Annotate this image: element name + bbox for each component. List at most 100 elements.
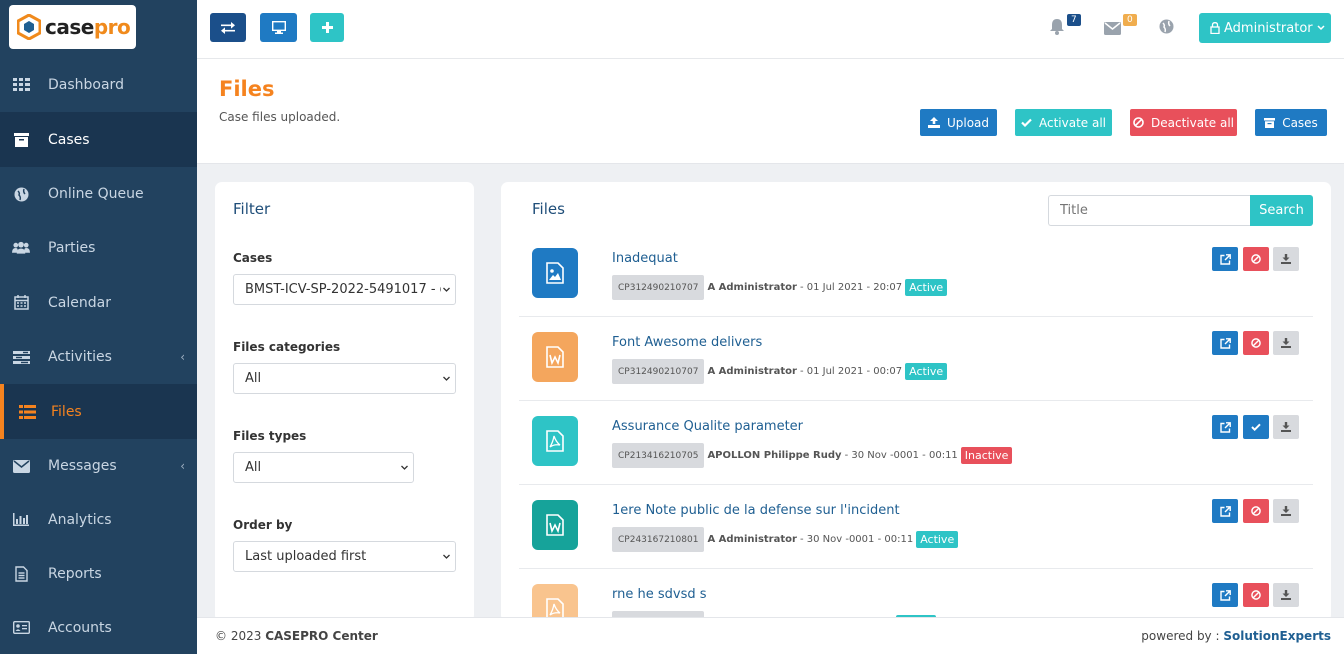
categories-select[interactable]: All xyxy=(233,363,456,394)
sidebar-item-dashboard[interactable]: Dashboard xyxy=(0,58,197,112)
user-menu-button[interactable]: Administrator xyxy=(1199,13,1331,43)
sidebar-item-files[interactable]: Files xyxy=(0,384,197,439)
file-row: Font Awesome delivers CP312490210707 A A… xyxy=(519,317,1313,401)
download-file-button[interactable] xyxy=(1273,499,1299,523)
desktop-icon xyxy=(271,21,286,34)
notifications-badge: 7 xyxy=(1067,14,1081,26)
chevron-down-icon xyxy=(1317,25,1325,31)
activate-all-button[interactable]: Activate all xyxy=(1015,109,1112,136)
cases-filter-label: Cases xyxy=(233,251,273,265)
file-meta: CP213416210705 APOLLON Philippe Rudy - 3… xyxy=(612,443,1013,468)
sidebar-item-label: Dashboard xyxy=(48,77,124,93)
cases-button[interactable]: Cases xyxy=(1255,109,1327,136)
open-file-button[interactable] xyxy=(1212,331,1238,355)
upload-icon xyxy=(927,117,940,128)
casepro-logo-icon xyxy=(17,14,41,40)
globe-icon xyxy=(1159,19,1174,34)
case-code: CP213416210705 xyxy=(612,443,705,468)
pdf-file-icon xyxy=(532,416,578,466)
types-filter-label: Files types xyxy=(233,429,307,443)
external-link-icon xyxy=(1219,253,1231,265)
copyright-year: © 2023 xyxy=(215,629,262,643)
open-file-button[interactable] xyxy=(1212,415,1238,439)
filter-panel: Filter Cases BMST-ICV-SP-2022-5491017 - … xyxy=(215,182,474,622)
file-name-link[interactable]: Inadequat xyxy=(612,251,678,266)
ban-icon xyxy=(1251,338,1261,348)
grid-icon xyxy=(12,76,30,94)
sidebar-item-analytics[interactable]: Analytics xyxy=(0,493,197,546)
deactivate-file-button[interactable] xyxy=(1243,331,1269,355)
sidebar-item-cases[interactable]: Cases xyxy=(0,112,197,167)
list-icon xyxy=(18,403,36,421)
brand-logo[interactable]: case pro xyxy=(9,5,136,49)
file-name-link[interactable]: rne he sdvsd s xyxy=(612,587,707,602)
messages-button[interactable] xyxy=(1104,20,1122,35)
sidebar-item-reports[interactable]: Reports xyxy=(0,546,197,601)
order-select[interactable]: Last uploaded first xyxy=(233,541,456,572)
desktop-button[interactable] xyxy=(260,13,297,42)
add-button[interactable] xyxy=(310,13,344,42)
files-panel: Files Search Inadequat CP312490210707 A … xyxy=(501,182,1331,622)
types-select[interactable]: All xyxy=(233,452,414,483)
switch-button[interactable] xyxy=(210,13,246,42)
download-file-button[interactable] xyxy=(1273,583,1299,607)
file-name-link[interactable]: Font Awesome delivers xyxy=(612,335,762,350)
file-date: - 01 Jul 2021 - 20:07 xyxy=(799,282,903,293)
types-select-value: All xyxy=(245,460,262,475)
deactivate-file-button[interactable] xyxy=(1243,247,1269,271)
sidebar-item-label: Messages xyxy=(48,458,117,474)
deactivate-file-button[interactable] xyxy=(1243,499,1269,523)
page-title: Files xyxy=(219,77,275,101)
deactivate-file-button[interactable] xyxy=(1243,583,1269,607)
download-file-button[interactable] xyxy=(1273,247,1299,271)
sidebar-item-parties[interactable]: Parties xyxy=(0,221,197,275)
file-author: APOLLON Philippe Rudy xyxy=(707,450,842,461)
exchange-icon xyxy=(221,21,235,34)
open-file-button[interactable] xyxy=(1212,247,1238,271)
notifications-button[interactable] xyxy=(1049,18,1067,36)
open-file-button[interactable] xyxy=(1212,499,1238,523)
language-button[interactable] xyxy=(1159,19,1175,35)
filter-title: Filter xyxy=(233,200,271,218)
search-button[interactable]: Search xyxy=(1250,195,1313,226)
cases-label: Cases xyxy=(1282,115,1318,130)
users-icon xyxy=(12,239,30,257)
vendor-link[interactable]: SolutionExperts xyxy=(1223,629,1331,643)
sidebar-item-label: Analytics xyxy=(48,511,112,528)
status-badge: Active xyxy=(905,279,948,296)
activate-file-button[interactable] xyxy=(1243,415,1269,439)
cases-select[interactable]: BMST-ICV-SP-2022-5491017 - gahm xyxy=(233,274,456,305)
download-icon xyxy=(1281,590,1291,600)
deactivate-all-button[interactable]: Deactivate all xyxy=(1130,109,1237,136)
categories-select-value: All xyxy=(245,371,262,386)
download-file-button[interactable] xyxy=(1273,415,1299,439)
powered-by-label: powered by : xyxy=(1141,629,1220,643)
sidebar-item-online-queue[interactable]: Online Queue xyxy=(0,167,197,221)
sidebar-item-label: Cases xyxy=(48,131,90,148)
case-code: CP243167210801 xyxy=(612,527,705,552)
file-name-link[interactable]: 1ere Note public de la defense sur l'inc… xyxy=(612,503,900,518)
file-date: - 30 Nov -0001 - 00:11 xyxy=(799,534,914,545)
file-row: Inadequat CP312490210707 A Administrator… xyxy=(519,233,1313,317)
chevron-down-icon xyxy=(443,554,450,559)
sidebar-item-messages[interactable]: Messages ‹ xyxy=(0,439,197,493)
open-file-button[interactable] xyxy=(1212,583,1238,607)
sidebar-item-label: Online Queue xyxy=(48,186,144,202)
sidebar-item-activities[interactable]: Activities ‹ xyxy=(0,330,197,384)
sidebar-item-accounts[interactable]: Accounts xyxy=(0,601,197,654)
ban-icon xyxy=(1251,590,1261,600)
sidebar-item-calendar[interactable]: Calendar xyxy=(0,275,197,330)
file-date: - 30 Nov -0001 - 00:11 xyxy=(844,450,958,461)
calendar-icon xyxy=(12,294,30,312)
messages-badge: 0 xyxy=(1123,14,1137,26)
upload-button[interactable]: Upload xyxy=(920,109,997,136)
file-meta: CP243167210801 A Administrator - 30 Nov … xyxy=(612,527,959,552)
sidebar-item-label: Reports xyxy=(48,565,102,582)
tasks-icon xyxy=(12,348,30,366)
title-search-input[interactable] xyxy=(1048,195,1251,226)
cases-select-value: BMST-ICV-SP-2022-5491017 - gahm xyxy=(245,282,441,297)
status-badge: Active xyxy=(916,531,959,548)
file-name-link[interactable]: Assurance Qualite parameter xyxy=(612,419,803,434)
footer: © 2023 CASEPRO Center powered by : Solut… xyxy=(197,617,1344,654)
download-file-button[interactable] xyxy=(1273,331,1299,355)
